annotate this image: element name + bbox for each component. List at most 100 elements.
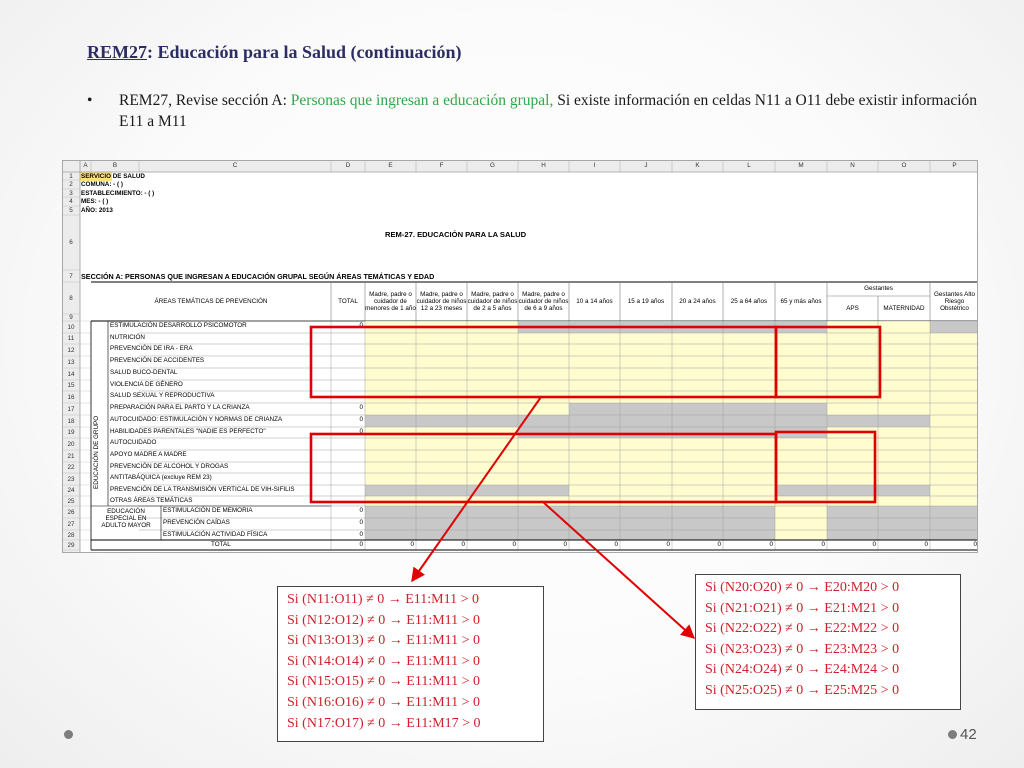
cell-fill [775, 438, 827, 450]
cell-fill [878, 333, 930, 344]
cell-fill [930, 506, 977, 518]
cell-fill [775, 506, 827, 518]
cell-fill [569, 438, 620, 450]
cell-fill [930, 380, 977, 391]
total-value: 0 [359, 428, 363, 435]
nav-dot-left[interactable] [64, 730, 73, 739]
cell-fill [723, 344, 775, 356]
column-letter: K [695, 162, 700, 169]
column-header-maternidad: MATERNIDAD [878, 296, 930, 321]
cell-fill [416, 530, 467, 540]
area-item-label: ESTIMULACIÓN DESARROLLO PSICOMOTOR [110, 322, 247, 329]
condition-box-left: Si (N11:O11) ≠ 0 → E11:M11 > 0 Si (N12:O1… [277, 586, 544, 742]
cell-fill [365, 368, 416, 380]
condition-line: Si (N22:O22) ≠ 0 → E22:M22 > 0 [705, 621, 900, 637]
column-letter: M [798, 162, 804, 169]
cell-fill [365, 496, 416, 506]
cell-fill [723, 518, 775, 530]
cell-fill [827, 438, 878, 450]
cell-fill [416, 473, 467, 485]
column-letter: D [345, 162, 351, 169]
row-number: 3 [69, 189, 73, 197]
spreadsheet-screenshot: A B C D E F G H I J K L M N O P 1 2 3 4 5 6 7 8 9 10 11 12 13 14 15 16 1… [62, 160, 978, 553]
cell-fill [723, 368, 775, 380]
cell-fill [878, 356, 930, 368]
cell-fill [620, 518, 672, 530]
cell-fill [467, 518, 518, 530]
column-header-label: Gestantes Alto Riesgo Obstétrico [934, 290, 975, 313]
cell-fill [930, 438, 977, 450]
cell-fill [827, 333, 878, 344]
cell-fill [775, 530, 827, 540]
cell-fill [930, 368, 977, 380]
cell-fill [365, 473, 416, 485]
cell-fill [672, 356, 723, 368]
cell-fill [723, 333, 775, 344]
cell-fill [775, 391, 827, 403]
total-value: 0 [359, 519, 363, 526]
column-header-h: Madre, padre o cuidador de niños de 6 a … [518, 282, 569, 321]
cell-fill [672, 380, 723, 391]
column-header-label: MATERNIDAD [883, 304, 925, 312]
cell-fill [723, 530, 775, 540]
cell-fill [723, 473, 775, 485]
condition-line: Si (N20:O20) ≠ 0 → E20:M20 > 0 [705, 580, 900, 595]
cell-fill [827, 368, 878, 380]
cell-fill [416, 333, 467, 344]
cell-fill [672, 391, 723, 403]
page-number: 42 [960, 726, 977, 743]
cell-fill [569, 473, 620, 485]
header-info-line: MES: - ( ) [81, 197, 109, 205]
cell-fill [878, 450, 930, 462]
column-letter: H [541, 162, 546, 169]
column-header-label: Gestantes [864, 285, 893, 293]
column-header-l: 25 a 64 años [723, 282, 775, 321]
cell-fill [620, 450, 672, 462]
cell-fill [467, 415, 518, 427]
cell-fill [416, 380, 467, 391]
cell-fill [930, 415, 977, 427]
row-number: 23 [67, 475, 75, 483]
cell-fill [878, 415, 930, 427]
cell-fill [775, 485, 827, 496]
cell-fill [775, 333, 827, 344]
column-header-f: Madre, padre o cuidador de niños 12 a 23… [416, 282, 467, 321]
cell-fill [416, 518, 467, 530]
cell-fill [827, 415, 878, 427]
adulto-item-label: ESTIMULACIÓN DE MEMORIA [163, 507, 253, 514]
nav-dot-right[interactable] [948, 730, 957, 739]
cell-fill [723, 391, 775, 403]
cell-fill [672, 518, 723, 530]
cell-fill [827, 427, 878, 438]
column-letter: J [644, 162, 648, 169]
cell-fill [672, 530, 723, 540]
cell-fill [569, 506, 620, 518]
total-label: TOTAL [211, 541, 231, 548]
row-number: 15 [67, 382, 75, 390]
cell-fill [365, 506, 416, 518]
row-number: 12 [67, 346, 75, 354]
cell-fill [518, 415, 569, 427]
cell-fill [878, 462, 930, 473]
cell-fill [416, 344, 467, 356]
area-item-label: AUTOCUIDADO [110, 439, 157, 446]
cell-fill [930, 391, 977, 403]
cell-fill [416, 403, 467, 415]
cell-fill [878, 368, 930, 380]
cell-fill [467, 380, 518, 391]
total-value: 0 [359, 404, 363, 411]
cell-fill [930, 485, 977, 496]
area-item-label: APOYO MADRE A MADRE [110, 451, 187, 458]
column-header-label: Madre, padre o cuidador de niños de 2 a … [467, 290, 518, 313]
cell-fill [723, 496, 775, 506]
cell-fill [775, 496, 827, 506]
cell-fill [878, 391, 930, 403]
column-header-label: Madre, padre o cuidador de niños de 6 a … [518, 290, 569, 313]
cell-fill [775, 450, 827, 462]
column-letter: E [388, 162, 393, 169]
condition-line: Si (N15:O15) ≠ 0 → E11:M11 > 0 [287, 674, 481, 690]
row-number: 11 [67, 335, 75, 343]
column-letter: B [112, 162, 118, 169]
condition-line: Si (N11:O11) ≠ 0 → E11:M11 > 0 [287, 592, 480, 607]
cell-fill [878, 321, 930, 333]
